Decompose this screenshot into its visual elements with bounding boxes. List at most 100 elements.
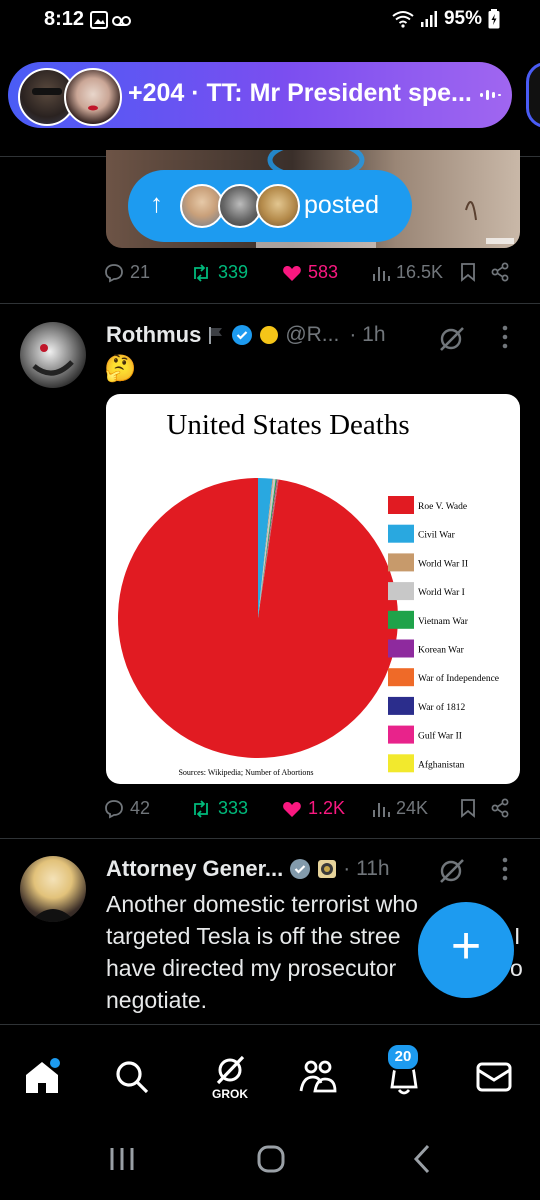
repost-count: 333 — [218, 798, 249, 818]
more-options-icon[interactable] — [500, 324, 510, 350]
tweet-text-line: targeted Tesla is off the stree — [106, 923, 401, 949]
tweet-actions: 42 333 1.2K 24K — [104, 798, 520, 828]
home-system-icon[interactable] — [256, 1144, 286, 1174]
heart-icon — [283, 265, 301, 281]
plus-icon: + — [450, 917, 482, 975]
chart-title: United States Deaths — [166, 409, 409, 441]
legend-swatch — [388, 725, 414, 744]
grok-icon[interactable] — [436, 324, 466, 354]
like-count: 1.2K — [308, 798, 346, 818]
share-icon — [491, 798, 509, 818]
legend-label: War of 1812 — [418, 702, 465, 713]
heart-icon — [283, 801, 301, 817]
reply-button[interactable]: 42 — [104, 798, 150, 819]
share-icon — [491, 262, 509, 282]
views-icon — [373, 266, 390, 281]
tweet-text: 🤔 — [104, 353, 137, 383]
communities-icon — [299, 1060, 337, 1093]
reply-icon — [105, 263, 123, 282]
legend-label: Gulf War II — [418, 731, 462, 742]
views-button[interactable]: 16.5K — [372, 262, 443, 283]
divider — [0, 303, 540, 304]
nav-communities[interactable] — [294, 1053, 342, 1101]
reply-icon — [105, 799, 123, 818]
legend-swatch — [388, 639, 414, 658]
wifi-icon — [392, 11, 414, 28]
tweet-handle: @R... — [285, 323, 340, 346]
tweet-text-line: have directed my prosecutor — [106, 955, 397, 981]
view-count: 16.5K — [396, 262, 444, 282]
grok-label: GROK — [212, 1087, 248, 1101]
legend-label: Afghanistan — [418, 759, 465, 770]
divider — [0, 838, 540, 839]
legend-label: Roe V. Wade — [418, 502, 467, 512]
legend-swatch — [388, 754, 414, 773]
legend-label: World War II — [418, 559, 468, 569]
tweet-time: · 1h — [349, 323, 386, 346]
status-right: 95% — [392, 8, 500, 30]
tweet-image-chart[interactable]: United States Deaths Roe V. Wade Civil Wa… — [106, 394, 520, 784]
reply-button[interactable]: 21 — [104, 262, 150, 283]
bookmark-button[interactable] — [460, 798, 476, 818]
reply-count: 21 — [130, 262, 151, 282]
legend-label: Vietnam War — [418, 617, 469, 627]
posted-label: posted — [304, 191, 380, 219]
repost-icon — [194, 799, 208, 818]
tweet-time: · 11h — [343, 857, 390, 880]
tweet-text-fragment: I — [514, 923, 521, 949]
nav-grok[interactable]: GROK — [206, 1047, 254, 1107]
tweet-author-name[interactable]: Rothmus — [106, 322, 201, 348]
next-space-banner[interactable] — [526, 62, 540, 128]
notifications-badge: 20 — [386, 1043, 420, 1071]
repost-count: 339 — [218, 262, 249, 282]
bookmark-icon — [461, 799, 475, 818]
repost-icon — [194, 263, 208, 282]
nav-search[interactable] — [108, 1053, 156, 1101]
space-title: +204 · TT: Mr President spe... — [128, 79, 472, 107]
tweet-author-avatar[interactable] — [20, 322, 86, 388]
share-button[interactable] — [490, 798, 510, 818]
legend-label: World War I — [418, 588, 465, 598]
like-button[interactable]: 583 — [282, 262, 338, 283]
legend-swatch — [388, 496, 414, 514]
live-space-banner[interactable]: +204 · TT: Mr President spe... — [8, 62, 512, 128]
signal-icon — [420, 11, 437, 27]
repost-button[interactable]: 339 — [190, 262, 248, 283]
system-navigation-bar — [0, 1112, 540, 1200]
home-icon — [26, 1058, 60, 1093]
legend-label: War of Independence — [418, 673, 499, 684]
battery-icon — [488, 9, 500, 29]
legend-label: Korean War — [418, 646, 465, 656]
tweet-header: Rothmus @R... · 1h — [106, 322, 386, 348]
more-options-icon[interactable] — [500, 856, 510, 882]
share-button[interactable] — [490, 262, 510, 282]
tweet-author-name[interactable]: Attorney Gener... — [106, 856, 283, 882]
nav-messages[interactable] — [470, 1053, 518, 1101]
legend-swatch — [388, 668, 414, 687]
status-time: 8:12 — [44, 8, 85, 30]
compose-post-button[interactable]: + — [418, 902, 514, 998]
poster-avatar — [256, 184, 300, 228]
status-bar: 8:12 95% — [0, 0, 540, 46]
bookmark-button[interactable] — [460, 262, 476, 282]
grok-icon[interactable] — [436, 856, 466, 886]
chart-source: Sources: Wikipedia; Number of Abortions — [178, 768, 313, 777]
nav-home[interactable] — [18, 1053, 66, 1101]
view-count: 24K — [396, 798, 429, 818]
views-icon — [373, 802, 390, 817]
tweet-author-avatar[interactable] — [20, 856, 86, 922]
recent-apps-icon[interactable] — [108, 1146, 136, 1172]
space-cohost-avatar — [64, 68, 122, 126]
battery-percent: 95% — [443, 8, 482, 29]
flag-icon — [209, 327, 223, 344]
arrow-up-icon: ↑ — [150, 188, 163, 218]
audio-wave-icon — [480, 90, 501, 100]
repost-button[interactable]: 333 — [190, 798, 248, 819]
new-posts-pill[interactable]: ↑ posted — [128, 170, 412, 242]
views-button[interactable]: 24K — [372, 798, 428, 819]
like-button[interactable]: 1.2K — [282, 798, 345, 819]
reply-count: 42 — [130, 798, 151, 818]
grok-icon — [216, 1055, 245, 1085]
back-icon[interactable] — [412, 1144, 432, 1174]
mail-icon — [476, 1062, 512, 1092]
